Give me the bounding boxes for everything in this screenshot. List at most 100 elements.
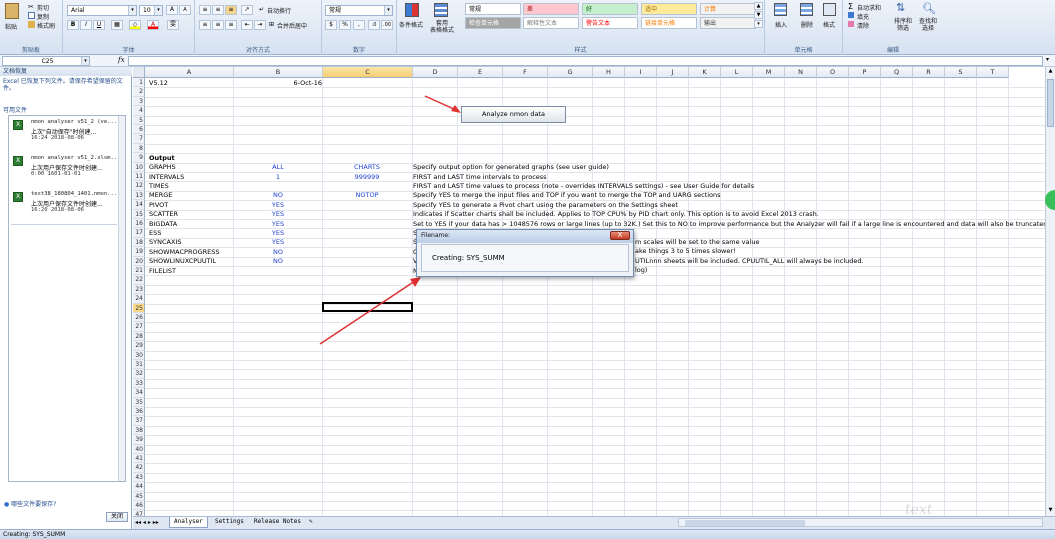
cell-a19[interactable]: SHOWMACPROGRESS bbox=[149, 248, 220, 257]
row-header-42[interactable]: 42 bbox=[133, 463, 145, 473]
column-header-f[interactable]: F bbox=[503, 67, 548, 78]
cell-d11[interactable]: FIRST and LAST time intervals to process bbox=[413, 173, 547, 182]
cell-b1[interactable]: 6-Oct-16 bbox=[234, 79, 322, 88]
format-painter-button[interactable]: 格式刷 bbox=[37, 21, 55, 30]
number-format-select[interactable]: 常规 ▾ bbox=[325, 5, 393, 16]
column-header-p[interactable]: P bbox=[849, 67, 881, 78]
italic-button[interactable]: I bbox=[80, 20, 92, 30]
cell-a10[interactable]: GRAPHS bbox=[149, 163, 176, 172]
row-header-11[interactable]: 11 bbox=[133, 172, 145, 182]
font-color-button[interactable]: A bbox=[147, 20, 159, 30]
paste-button[interactable]: 粘贴 bbox=[5, 22, 17, 31]
row-header-24[interactable]: 24 bbox=[133, 294, 145, 304]
find-select-button[interactable]: 查找和 选择 bbox=[919, 18, 937, 32]
column-header-r[interactable]: R bbox=[913, 67, 945, 78]
column-header-d[interactable]: D bbox=[413, 67, 458, 78]
cut-button[interactable]: 剪切 bbox=[37, 3, 49, 12]
row-header-1[interactable]: 1 bbox=[133, 78, 145, 88]
row-header-20[interactable]: 20 bbox=[133, 256, 145, 266]
row-header-30[interactable]: 30 bbox=[133, 350, 145, 360]
cell-b20[interactable]: NO bbox=[234, 257, 322, 266]
insert-button[interactable]: 插入 bbox=[775, 20, 787, 29]
row-header-28[interactable]: 28 bbox=[133, 331, 145, 342]
shrink-font-button[interactable]: A bbox=[179, 5, 191, 15]
cell-a21[interactable]: FILELIST bbox=[149, 267, 176, 276]
gallery-up-button[interactable]: ▲ bbox=[754, 2, 763, 10]
cell-style-item[interactable]: 差 bbox=[523, 3, 579, 15]
cell-d13[interactable]: Specify YES to merge the input files and… bbox=[413, 191, 721, 200]
align-right-button[interactable]: ≡ bbox=[225, 20, 237, 30]
delete-button[interactable]: 删除 bbox=[801, 20, 813, 29]
new-sheet-icon[interactable]: ✎ bbox=[305, 517, 317, 528]
cell-b18[interactable]: YES bbox=[234, 238, 322, 247]
formula-input[interactable] bbox=[128, 56, 1043, 66]
column-header-e[interactable]: E bbox=[458, 67, 503, 78]
tab-release-notes[interactable]: Release Notes bbox=[250, 517, 305, 528]
row-header-4[interactable]: 4 bbox=[133, 106, 145, 116]
row-header-13[interactable]: 13 bbox=[133, 190, 145, 201]
cell-b17[interactable]: YES bbox=[234, 229, 322, 238]
cell-style-item[interactable]: 链接单元格 bbox=[641, 17, 697, 29]
cell-a14[interactable]: PIVOT bbox=[149, 201, 168, 210]
tab-nav-buttons[interactable]: ◂◂ ◂ ▸ ▸▸ bbox=[135, 517, 159, 528]
cell-style-item[interactable]: 解释性文本 bbox=[523, 17, 579, 29]
align-left-button[interactable]: ≡ bbox=[199, 20, 211, 30]
fill-color-button[interactable]: ◇ bbox=[129, 20, 141, 30]
copy-button[interactable]: 复制 bbox=[37, 12, 49, 21]
column-header-j[interactable]: J bbox=[657, 67, 689, 78]
row-header-31[interactable]: 31 bbox=[133, 360, 145, 370]
column-header-l[interactable]: L bbox=[721, 67, 753, 78]
cell-g18[interactable]: m scales will be set to the same value bbox=[635, 238, 759, 247]
row-header-35[interactable]: 35 bbox=[133, 397, 145, 407]
sort-filter-button[interactable]: 排序和 筛选 bbox=[894, 18, 912, 32]
cell-style-item[interactable]: 计算 bbox=[700, 3, 756, 15]
cell-g20[interactable]: UTILnnn sheets will be included. CPUUTIL… bbox=[635, 257, 864, 266]
vertical-scrollbar[interactable]: ▲ ▼ bbox=[1045, 67, 1055, 516]
row-header-7[interactable]: 7 bbox=[133, 134, 145, 144]
cell-b10[interactable]: ALL bbox=[234, 163, 322, 172]
cell-a13[interactable]: MERGE bbox=[149, 191, 172, 200]
scroll-up-icon[interactable]: ▲ bbox=[1046, 67, 1055, 76]
column-header-a[interactable]: A bbox=[145, 67, 234, 78]
row-header-40[interactable]: 40 bbox=[133, 444, 145, 454]
spreadsheet-grid[interactable]: ABCDEFGHIJKLMNOPQRST 1 2 3 4 5 6 7 8 9 10 11 12 13 14… bbox=[133, 67, 1045, 516]
align-top-button[interactable]: ≡ bbox=[199, 5, 211, 15]
table-format-button[interactable]: 套用 表格格式 bbox=[430, 20, 454, 34]
analyze-nmon-button[interactable]: Analyze nmon data bbox=[461, 106, 566, 123]
row-header-27[interactable]: 27 bbox=[133, 322, 145, 332]
select-all-corner[interactable] bbox=[133, 67, 145, 78]
wrap-text-button[interactable]: 自动换行 bbox=[267, 6, 291, 15]
row-header-12[interactable]: 12 bbox=[133, 181, 145, 191]
underline-button[interactable]: U bbox=[93, 20, 105, 30]
list-item[interactable]: X test38_180804_1401.nmon... 上次用户保存文件时创建… bbox=[9, 190, 119, 224]
row-header-6[interactable]: 6 bbox=[133, 125, 145, 135]
row-header-14[interactable]: 14 bbox=[133, 200, 145, 210]
scroll-thumb[interactable] bbox=[1047, 79, 1054, 127]
cell-b13[interactable]: NO bbox=[234, 191, 322, 200]
column-header-q[interactable]: Q bbox=[881, 67, 913, 78]
list-scrollbar[interactable] bbox=[118, 116, 125, 481]
column-header-c[interactable]: C bbox=[323, 67, 413, 78]
cell-b11[interactable]: 1 bbox=[234, 173, 322, 182]
merge-center-button[interactable]: 合并后居中 bbox=[277, 21, 307, 30]
cell-a12[interactable]: TIMES bbox=[149, 182, 169, 191]
cell-d12[interactable]: FIRST and LAST time values to process (n… bbox=[413, 182, 754, 191]
increase-decimal-button[interactable]: .0 bbox=[368, 20, 380, 30]
row-header-25[interactable]: 25 bbox=[133, 303, 145, 313]
row-header-17[interactable]: 17 bbox=[133, 228, 145, 238]
cell-style-item[interactable]: 输出 bbox=[700, 17, 756, 29]
cell-d10[interactable]: Specify output option for generated grap… bbox=[413, 163, 609, 172]
row-header-44[interactable]: 44 bbox=[133, 482, 145, 492]
cell-b15[interactable]: YES bbox=[234, 210, 322, 219]
fx-icon[interactable]: fx bbox=[118, 56, 125, 64]
list-item[interactable]: X nmon analyser v51_2 (ve... 上次"自动保存"时创建… bbox=[9, 118, 119, 152]
cell-a20[interactable]: SHOWLINUXCPUUTIL bbox=[149, 257, 216, 266]
row-header-22[interactable]: 22 bbox=[133, 275, 145, 285]
cell-c11[interactable]: 999999 bbox=[323, 173, 411, 182]
column-header-k[interactable]: K bbox=[689, 67, 721, 78]
font-size-select[interactable]: 10 ▾ bbox=[139, 5, 163, 16]
column-header-i[interactable]: I bbox=[625, 67, 657, 78]
format-button[interactable]: 格式 bbox=[823, 20, 835, 29]
cell-a15[interactable]: SCATTER bbox=[149, 210, 178, 219]
row-header-16[interactable]: 16 bbox=[133, 219, 145, 229]
